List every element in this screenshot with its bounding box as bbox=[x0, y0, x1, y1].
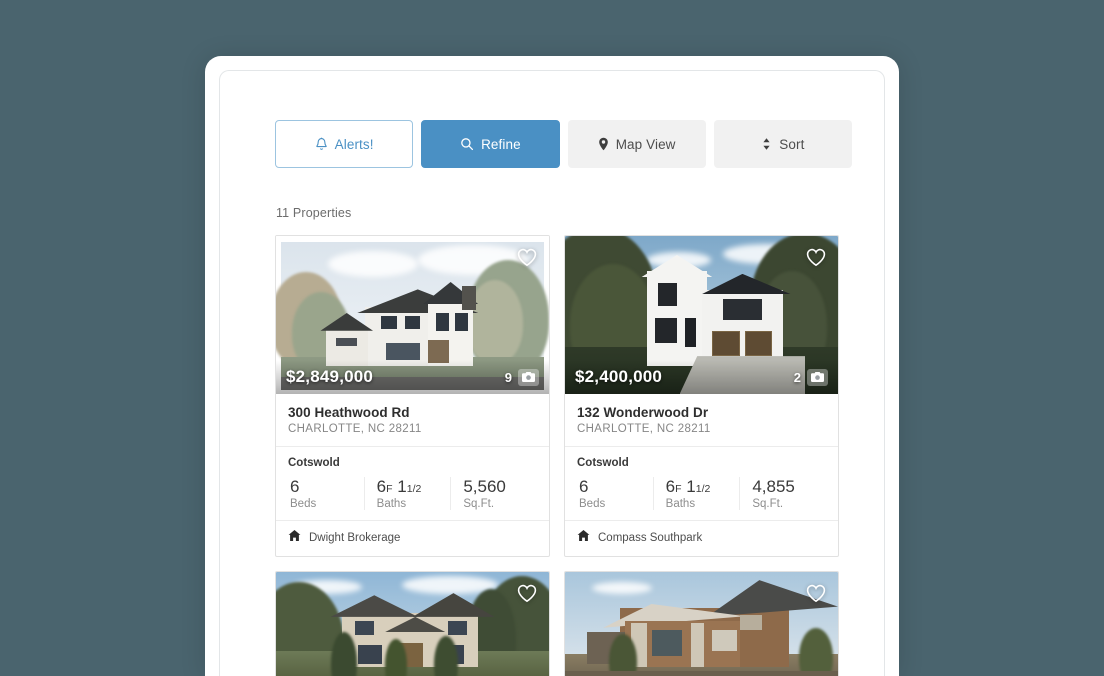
sort-button-label: Sort bbox=[779, 136, 805, 152]
browser-viewport: Alerts! Refine Map View Sort 11 Properti… bbox=[219, 70, 885, 676]
search-icon bbox=[460, 137, 474, 151]
property-brokerage-row: Compass Southpark bbox=[565, 519, 838, 556]
baths-half-value: 1 bbox=[397, 477, 407, 496]
sort-button[interactable]: Sort bbox=[713, 120, 852, 168]
bell-icon bbox=[315, 137, 328, 151]
photo-artwork bbox=[276, 571, 549, 676]
baths-label: Baths bbox=[376, 497, 407, 510]
property-photo[interactable]: $2,849,000 9 bbox=[276, 236, 549, 394]
stat-baths: 6F 11/2 Baths bbox=[652, 477, 740, 510]
property-photo[interactable] bbox=[276, 571, 549, 676]
property-brokerage-row: Dwight Brokerage bbox=[276, 519, 549, 556]
property-neighborhood: Cotswold bbox=[577, 457, 629, 469]
map-pin-icon bbox=[598, 137, 609, 151]
price-overlay: $2,400,000 2 bbox=[565, 360, 838, 394]
photo-artwork bbox=[565, 571, 838, 676]
favorite-heart-icon[interactable] bbox=[515, 581, 539, 605]
refine-button[interactable]: Refine bbox=[421, 120, 560, 168]
stat-baths: 6F 11/2 Baths bbox=[363, 477, 451, 510]
property-address: 300 Heathwood Rd bbox=[288, 405, 410, 420]
property-address: 132 Wonderwood Dr bbox=[577, 405, 709, 420]
photo-count: 2 bbox=[793, 368, 828, 386]
property-card[interactable]: $2,849,000 9 300 Heathwood Rd CHARLOTTE,… bbox=[275, 235, 550, 557]
property-card[interactable] bbox=[564, 570, 839, 676]
map-view-button[interactable]: Map View bbox=[567, 120, 706, 168]
property-detail-block: Cotswold 6 Beds 6F 11/2 Baths 5,560 Sq.F… bbox=[276, 447, 549, 520]
baths-value: 6F 11/2 bbox=[666, 477, 740, 497]
baths-half-value: 1 bbox=[686, 477, 696, 496]
property-price: $2,849,000 bbox=[286, 367, 374, 386]
refine-button-label: Refine bbox=[481, 136, 521, 152]
stat-sqft: 5,560 Sq.Ft. bbox=[450, 477, 537, 510]
camera-icon bbox=[807, 368, 828, 386]
house-icon bbox=[577, 529, 590, 547]
sqft-value: 4,855 bbox=[752, 477, 795, 496]
property-price: $2,400,000 bbox=[575, 367, 663, 386]
baths-full-value: 6 bbox=[665, 477, 676, 496]
stat-beds: 6 Beds bbox=[577, 477, 653, 510]
baths-half-suffix: 1/2 bbox=[406, 483, 422, 495]
baths-value: 6F 11/2 bbox=[377, 477, 451, 497]
alerts-button-label: Alerts! bbox=[334, 136, 374, 152]
beds-label: Beds bbox=[290, 497, 317, 510]
camera-icon bbox=[518, 368, 539, 386]
stat-beds: 6 Beds bbox=[288, 477, 364, 510]
property-detail-block: Cotswold 6 Beds 6F 11/2 Baths 4,855 Sq.F… bbox=[565, 447, 838, 520]
beds-value: 6 bbox=[579, 477, 589, 496]
property-address-block: 132 Wonderwood Dr CHARLOTTE, NC 28211 bbox=[565, 394, 838, 447]
baths-half-suffix: 1/2 bbox=[695, 483, 711, 495]
favorite-heart-icon[interactable] bbox=[804, 581, 828, 605]
property-card-grid: $2,849,000 9 300 Heathwood Rd CHARLOTTE,… bbox=[275, 235, 852, 676]
property-photo[interactable]: $2,400,000 2 bbox=[565, 236, 838, 394]
property-card[interactable]: $2,400,000 2 132 Wonderwood Dr CHARLOTTE… bbox=[564, 235, 839, 557]
property-city-state-zip: CHARLOTTE, NC 28211 bbox=[288, 423, 422, 435]
results-page: Alerts! Refine Map View Sort 11 Properti… bbox=[220, 71, 884, 676]
baths-label: Baths bbox=[665, 497, 696, 510]
sort-arrows-icon bbox=[761, 137, 772, 151]
price-overlay: $2,849,000 9 bbox=[276, 360, 549, 394]
device-frame: Alerts! Refine Map View Sort 11 Properti… bbox=[205, 56, 899, 676]
house-icon bbox=[288, 529, 301, 547]
property-stats: 6 Beds 6F 11/2 Baths 5,560 Sq.Ft. bbox=[288, 477, 537, 520]
brokerage-name: Compass Southpark bbox=[598, 531, 703, 544]
property-stats: 6 Beds 6F 11/2 Baths 4,855 Sq.Ft. bbox=[577, 477, 826, 520]
property-city-state-zip: CHARLOTTE, NC 28211 bbox=[577, 423, 711, 435]
baths-full-suffix: F bbox=[386, 483, 393, 495]
property-neighborhood: Cotswold bbox=[288, 457, 340, 469]
stat-sqft: 4,855 Sq.Ft. bbox=[739, 477, 826, 510]
property-address-block: 300 Heathwood Rd CHARLOTTE, NC 28211 bbox=[276, 394, 549, 447]
alerts-button[interactable]: Alerts! bbox=[275, 120, 414, 168]
baths-full-suffix: F bbox=[675, 483, 682, 495]
beds-label: Beds bbox=[579, 497, 606, 510]
photo-count: 9 bbox=[504, 368, 539, 386]
brokerage-name: Dwight Brokerage bbox=[309, 531, 401, 544]
results-toolbar: Alerts! Refine Map View Sort bbox=[275, 120, 852, 168]
baths-full-value: 6 bbox=[376, 477, 387, 496]
favorite-heart-icon[interactable] bbox=[515, 245, 539, 269]
photo-count-value: 2 bbox=[793, 369, 801, 385]
beds-value: 6 bbox=[290, 477, 300, 496]
sqft-value: 5,560 bbox=[463, 477, 506, 496]
favorite-heart-icon[interactable] bbox=[804, 245, 828, 269]
photo-count-value: 9 bbox=[504, 369, 512, 385]
sqft-label: Sq.Ft. bbox=[463, 497, 495, 510]
property-photo[interactable] bbox=[565, 571, 838, 676]
sqft-label: Sq.Ft. bbox=[752, 497, 784, 510]
results-count: 11 Properties bbox=[276, 206, 352, 220]
map-view-button-label: Map View bbox=[615, 136, 676, 152]
property-card[interactable] bbox=[275, 570, 550, 676]
